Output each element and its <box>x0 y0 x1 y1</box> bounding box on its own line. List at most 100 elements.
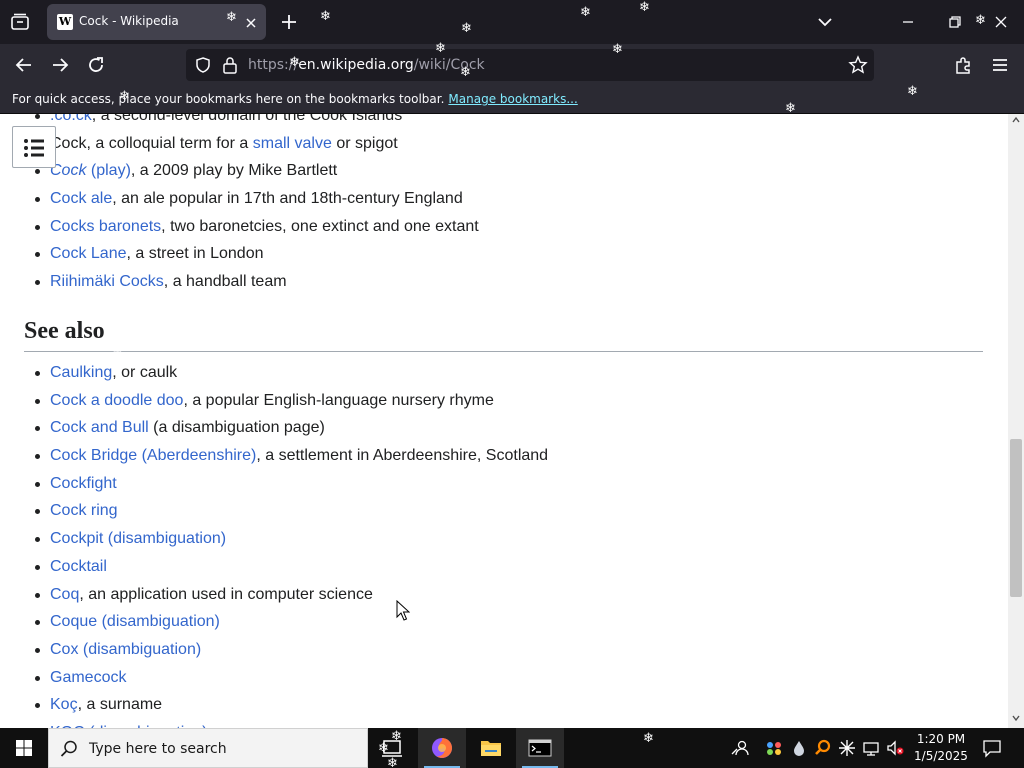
close-window-button[interactable] <box>989 10 1013 34</box>
see-also-item: Cockfight <box>34 474 548 502</box>
back-button[interactable] <box>12 53 36 77</box>
colorful-app-tray-icon <box>767 742 781 755</box>
see-also-description: , a settlement in Aberdeenshire, Scotlan… <box>256 447 549 465</box>
volume-muted-icon <box>887 740 904 756</box>
taskbar-firefox[interactable] <box>418 728 466 768</box>
taskbar-terminal[interactable] <box>516 728 564 768</box>
tray-people-button[interactable] <box>730 738 750 758</box>
see-also-link[interactable]: Cock ring <box>50 502 118 519</box>
list-all-tabs-button[interactable] <box>8 10 32 34</box>
tray-app-4[interactable] <box>837 738 857 758</box>
tab-list-icon <box>11 13 29 30</box>
tabs-overflow-button[interactable] <box>816 13 834 31</box>
see-also-link[interactable]: Cock a doodle doo <box>50 392 183 409</box>
see-also-link[interactable]: Cocktail <box>50 558 107 575</box>
list-item-link[interactable]: Cock (play) <box>50 162 131 179</box>
see-also-link[interactable]: Cock Bridge (Aberdeenshire) <box>50 447 256 464</box>
navigation-toolbar: https://en.wikipedia.org/wiki/Cock <box>0 44 1024 86</box>
people-search-icon <box>731 740 749 756</box>
see-also-link[interactable]: Gamecock <box>50 669 126 686</box>
tab-active[interactable]: W Cock - Wikipedia <box>47 4 266 40</box>
puzzle-piece-icon <box>956 57 970 74</box>
system-clock[interactable]: 1:20 PM 1/5/2025 <box>908 731 974 765</box>
extensions-button[interactable] <box>952 53 976 77</box>
list-item-description: , two baronetcies, one extinct and one e… <box>161 217 479 235</box>
table-of-contents-toggle-button[interactable] <box>12 126 56 168</box>
list-item-description: , a colloquial term for a <box>86 134 253 152</box>
see-also-link[interactable]: Cock and Bull <box>50 419 149 436</box>
tray-app-2[interactable] <box>789 738 809 758</box>
url-scheme: https:// <box>248 57 299 73</box>
chevron-down-icon <box>818 18 832 27</box>
see-also-link[interactable]: Koç <box>50 696 78 713</box>
taskbar-file-explorer[interactable] <box>467 728 515 768</box>
tray-network[interactable] <box>861 738 881 758</box>
see-also-heading: See also <box>24 316 983 352</box>
tab-bar: W Cock - Wikipedia <box>0 0 1024 44</box>
taskbar-search-box[interactable]: Type here to search <box>48 728 368 768</box>
list-item: Riihimäki Cocks, a handball team <box>35 272 479 300</box>
list-item-link[interactable]: Cocks baronets <box>50 218 161 235</box>
see-also-link[interactable]: Coq <box>50 586 79 603</box>
scroll-up-arrow-icon[interactable] <box>1012 116 1020 124</box>
scroll-down-arrow-icon[interactable] <box>1012 714 1020 722</box>
see-also-description: , or caulk <box>112 364 178 381</box>
minimize-icon <box>903 21 913 23</box>
url-text[interactable]: https://en.wikipedia.org/wiki/Cock <box>248 57 485 73</box>
list-item-link[interactable]: .co.ck <box>50 114 92 124</box>
clock-date: 1/5/2025 <box>914 749 968 763</box>
see-also-description: , an application used in computer scienc… <box>79 585 373 603</box>
app-menu-button[interactable] <box>988 53 1012 77</box>
action-center-button[interactable] <box>980 736 1004 760</box>
see-also-link[interactable]: Cox (disambiguation) <box>50 641 201 658</box>
water-drop-icon <box>794 741 804 756</box>
scrollbar-thumb[interactable] <box>1010 439 1022 597</box>
list-bullet-icon <box>24 139 44 157</box>
tray-app-3[interactable] <box>813 738 833 758</box>
new-tab-button[interactable] <box>278 11 300 33</box>
list-item-link[interactable]: Cock ale <box>50 190 112 207</box>
site-security-lock-icon[interactable] <box>222 56 238 74</box>
see-also-item: Coq, an application used in computer sci… <box>34 585 548 613</box>
list-item: Cocks baronets, two baronetcies, one ext… <box>35 217 479 245</box>
star-icon <box>848 55 868 74</box>
address-bar[interactable]: https://en.wikipedia.org/wiki/Cock <box>186 49 874 81</box>
see-also-link[interactable]: Caulking <box>50 364 112 381</box>
reload-button[interactable] <box>84 53 108 77</box>
clock-time: 1:20 PM <box>916 732 966 746</box>
task-view-button[interactable] <box>368 728 416 768</box>
see-also-link[interactable]: Coque (disambiguation) <box>50 613 220 630</box>
see-also-link[interactable]: Cockfight <box>50 475 117 492</box>
list-item-link[interactable]: Cock Lane <box>50 245 127 262</box>
start-button[interactable] <box>0 728 48 768</box>
list-item-link[interactable]: Riihimäki Cocks <box>50 273 164 290</box>
url-host: en.wikipedia.org <box>298 57 414 73</box>
list-item-link[interactable]: small valve <box>253 135 332 152</box>
see-also-item: Caulking, or caulk <box>34 363 548 391</box>
minimize-button[interactable] <box>896 10 920 34</box>
list-item-description: , a 2009 play by Mike Bartlett <box>130 162 338 180</box>
firefox-icon <box>432 738 452 758</box>
search-icon <box>60 740 77 757</box>
restore-button[interactable] <box>943 10 967 34</box>
see-also-link[interactable]: Cockpit (disambiguation) <box>50 530 226 547</box>
tab-close-button[interactable] <box>244 15 258 29</box>
tray-app-1[interactable] <box>764 738 784 758</box>
manage-bookmarks-link[interactable]: Manage bookmarks... <box>448 92 577 106</box>
forward-button[interactable] <box>48 53 72 77</box>
arrow-right-icon <box>53 58 69 72</box>
notification-icon <box>983 740 1001 758</box>
see-also-description: , a popular English-language nursery rhy… <box>183 391 494 409</box>
page-scrollbar[interactable] <box>1008 114 1024 728</box>
see-also-item: Coque (disambiguation) <box>34 612 548 640</box>
bookmarks-message-text: For quick access, place your bookmarks h… <box>12 92 445 106</box>
tracking-protection-shield-icon[interactable] <box>194 56 212 74</box>
hamburger-menu-icon <box>993 59 1007 71</box>
list-item-description: , a second-level domain of the Cook Isla… <box>91 114 403 124</box>
network-icon <box>863 742 879 756</box>
see-also-item: Cocktail <box>34 557 548 585</box>
plus-icon <box>282 15 296 29</box>
bookmark-star-button[interactable] <box>848 55 868 75</box>
tray-volume[interactable] <box>885 738 905 758</box>
close-icon <box>246 18 256 28</box>
